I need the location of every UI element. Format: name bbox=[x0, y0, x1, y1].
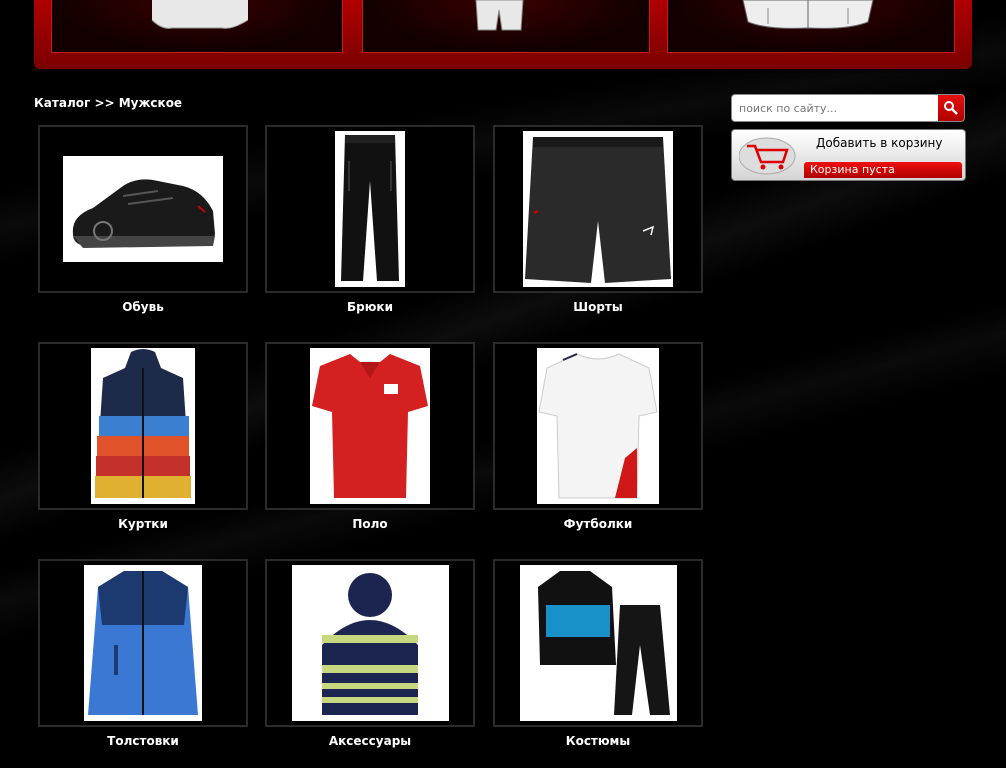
cart-widget[interactable]: Добавить в корзину Корзина пуста bbox=[731, 129, 966, 181]
cart-status: Корзина пуста bbox=[804, 162, 962, 178]
category-label[interactable]: Костюмы bbox=[493, 734, 703, 748]
category-label[interactable]: Поло bbox=[265, 517, 475, 531]
tshirt-image[interactable] bbox=[537, 348, 659, 504]
top-panel-jacket[interactable] bbox=[667, 0, 955, 53]
category-item-hoodies[interactable]: Толстовки bbox=[38, 559, 248, 748]
category-label[interactable]: Шорты bbox=[493, 300, 703, 314]
category-item-polo[interactable]: Поло bbox=[265, 342, 475, 531]
search-button[interactable] bbox=[938, 95, 964, 121]
tracksuit-image[interactable] bbox=[519, 565, 677, 721]
category-label[interactable]: Футболки bbox=[493, 517, 703, 531]
add-to-cart-label[interactable]: Добавить в корзину bbox=[816, 136, 942, 150]
breadcrumb[interactable]: Каталог >> Мужское bbox=[34, 96, 182, 110]
shorts-image[interactable] bbox=[523, 131, 673, 287]
search-box bbox=[731, 94, 965, 122]
pants-silhouette-icon bbox=[475, 0, 524, 31]
cart-icon bbox=[738, 136, 799, 176]
tshirt-silhouette-icon bbox=[151, 0, 249, 29]
category-label[interactable]: Аксессуары bbox=[265, 734, 475, 748]
search-input[interactable] bbox=[732, 95, 938, 121]
category-item-jackets[interactable]: Куртки bbox=[38, 342, 248, 531]
category-item-shorts[interactable]: Шорты bbox=[493, 125, 703, 314]
shoe-image[interactable] bbox=[63, 156, 223, 262]
jacket-silhouette-icon bbox=[742, 0, 874, 29]
hoodie-image[interactable] bbox=[84, 565, 202, 721]
category-item-footwear[interactable]: Обувь bbox=[38, 125, 248, 314]
category-item-suits[interactable]: Костюмы bbox=[493, 559, 703, 748]
category-item-tshirts[interactable]: Футболки bbox=[493, 342, 703, 531]
category-label[interactable]: Брюки bbox=[265, 300, 475, 314]
beanie-image[interactable] bbox=[291, 565, 449, 721]
polo-image[interactable] bbox=[310, 348, 430, 504]
category-label[interactable]: Куртки bbox=[38, 517, 248, 531]
category-label[interactable]: Толстовки bbox=[38, 734, 248, 748]
search-icon bbox=[944, 101, 958, 115]
jacket-image[interactable] bbox=[91, 348, 195, 504]
category-item-pants[interactable]: Брюки bbox=[265, 125, 475, 314]
pants-image[interactable] bbox=[335, 131, 405, 287]
category-item-accessories[interactable]: Аксессуары bbox=[265, 559, 475, 748]
top-panel-tshirt[interactable] bbox=[51, 0, 343, 53]
category-label[interactable]: Обувь bbox=[38, 300, 248, 314]
top-panel-pants[interactable] bbox=[362, 0, 650, 53]
